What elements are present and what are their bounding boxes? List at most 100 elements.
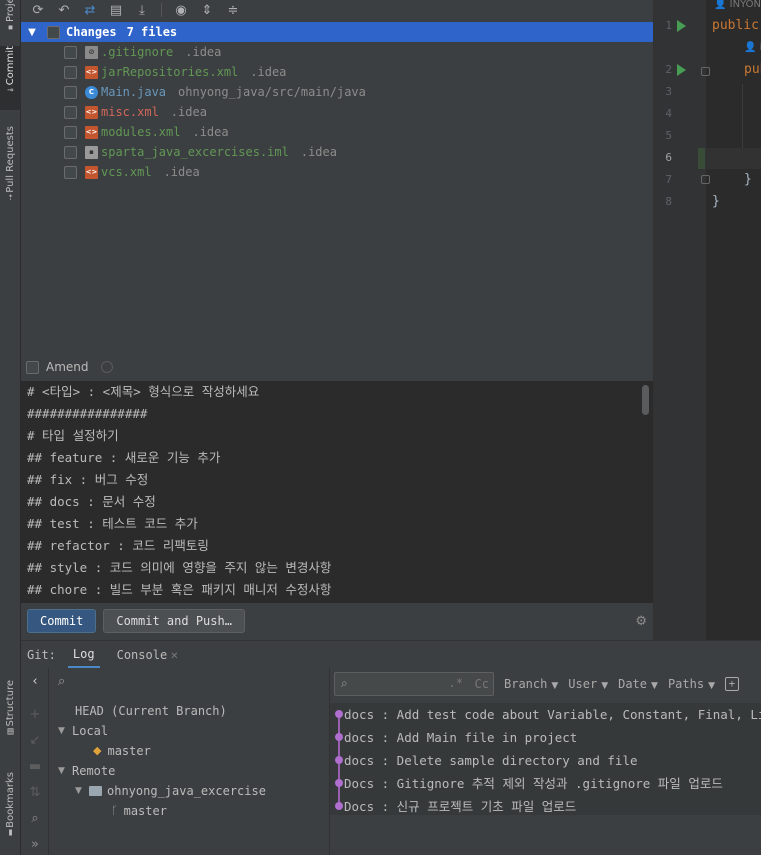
commit-row[interactable]: docs : Delete sample directory and file xyxy=(330,749,761,772)
file-row-misc-xml[interactable]: <> misc.xml .idea xyxy=(21,102,653,122)
search-icon[interactable]: ⌕ xyxy=(58,674,65,689)
branch-remote-repo[interactable]: ▼ ohnyong_java_excercise xyxy=(75,781,266,801)
commit-button[interactable]: Commit xyxy=(27,609,97,633)
commit-row[interactable]: Docs : Gitignore 추적 제외 작성과 .gitignore 파일… xyxy=(330,772,761,795)
tool-tab-bookmarks-label: Bookmarks xyxy=(5,772,16,828)
tool-tab-commit[interactable]: Commit ⊸ xyxy=(0,46,21,110)
compare-icon[interactable]: ⇅ xyxy=(28,785,42,800)
filter-branch[interactable]: Branch ▼ xyxy=(504,677,558,691)
branch-name: master xyxy=(123,804,167,818)
tool-tab-pull-requests[interactable]: Pull Requests ⇡ xyxy=(0,126,21,226)
tool-tab-commit-label: Commit xyxy=(5,46,16,86)
git-label: Git: xyxy=(27,647,56,662)
filter-user[interactable]: User ▼ xyxy=(568,677,608,691)
file-row-gitignore[interactable]: ⊘ .gitignore .idea xyxy=(21,42,653,62)
code-brace: } xyxy=(744,172,752,187)
tool-tab-project-label: Project xyxy=(5,0,16,22)
commit-row[interactable]: docs : Add test code about Variable, Con… xyxy=(330,703,761,726)
regex-icon[interactable]: .* xyxy=(449,676,463,690)
chevron-left-icon[interactable]: ‹ xyxy=(28,674,42,689)
file-path: .idea xyxy=(192,125,229,139)
branch-group-remote[interactable]: ▼ Remote xyxy=(58,761,115,781)
message-line: # <타입> : <제목> 형식으로 작성하세요 xyxy=(27,384,260,399)
filter-branch-label: Branch xyxy=(504,677,548,691)
fold-icon[interactable] xyxy=(701,67,710,76)
code-editor[interactable]: 1 2 3 4 5 6 7 8 👤 INYONG 👤 i public pub … xyxy=(653,0,761,640)
log-search-input[interactable]: ⌕ .* Cc xyxy=(334,672,494,696)
gear-icon[interactable]: ⚙ xyxy=(635,614,647,629)
commit-buttons: Commit Commit and Push… xyxy=(27,609,245,633)
commit-and-push-button[interactable]: Commit and Push… xyxy=(103,609,245,633)
file-row-modules-xml[interactable]: <> modules.xml .idea xyxy=(21,122,653,142)
add-icon[interactable]: + xyxy=(28,707,42,722)
rollback-icon[interactable]: ↶ xyxy=(55,1,73,19)
commit-row[interactable]: docs : Add Main file in project xyxy=(330,726,761,749)
search-icon[interactable]: ⌕ xyxy=(28,811,42,826)
refresh-icon[interactable]: ⟳ xyxy=(29,1,47,19)
file-checkbox[interactable] xyxy=(64,105,77,119)
eye-icon[interactable]: ◉ xyxy=(172,1,190,19)
new-tab-icon[interactable]: + xyxy=(724,677,739,691)
file-path: .idea xyxy=(163,165,200,179)
file-row-jarrepositories[interactable]: <> jarRepositories.xml .idea xyxy=(21,62,653,82)
file-row-main-java[interactable]: C Main.java ohnyong_java/src/main/java xyxy=(21,82,653,102)
iml-file-icon: ▪ xyxy=(85,145,98,159)
run-icon[interactable] xyxy=(677,64,686,76)
checkout-icon[interactable]: ↙ xyxy=(28,733,42,748)
branch-head[interactable]: HEAD (Current Branch) xyxy=(75,701,227,721)
chevron-down-icon[interactable]: ▼ xyxy=(75,781,89,801)
chevron-down-icon[interactable]: ▼ xyxy=(21,27,43,38)
shelve-icon[interactable]: ⤓ xyxy=(133,1,151,19)
fold-icon[interactable] xyxy=(701,175,710,184)
delete-icon[interactable]: ▬ xyxy=(28,759,42,774)
filter-user-label: User xyxy=(568,677,598,691)
structure-icon: ▤ xyxy=(7,726,14,738)
git-tool-window-header: Git: Log Console ✕ xyxy=(21,640,761,669)
amend-checkbox[interactable] xyxy=(26,360,39,374)
expand-all-icon[interactable]: ⇕ xyxy=(198,1,216,19)
changelist-icon[interactable]: ▤ xyxy=(107,1,125,19)
tab-log[interactable]: Log xyxy=(67,641,100,669)
commit-node xyxy=(335,756,343,764)
match-case-icon[interactable]: Cc xyxy=(475,677,489,691)
filter-paths[interactable]: Paths ▼ xyxy=(668,677,715,691)
file-checkbox[interactable] xyxy=(64,65,77,79)
file-checkbox[interactable] xyxy=(64,45,77,59)
more-icon[interactable]: » xyxy=(28,837,42,852)
changes-count: 7 files xyxy=(126,25,178,39)
file-checkbox[interactable] xyxy=(64,125,77,139)
filter-paths-label: Paths xyxy=(667,677,705,691)
file-row-iml[interactable]: ▪ sparta_java_excercises.iml .idea xyxy=(21,142,653,162)
branch-local-master[interactable]: ◆ master xyxy=(93,741,151,761)
show-diff-icon[interactable]: ⇄ xyxy=(81,1,99,19)
indent-guide xyxy=(742,84,743,148)
file-checkbox[interactable] xyxy=(64,145,77,159)
tag-icon: ◆ xyxy=(93,744,102,757)
file-name: jarRepositories.xml xyxy=(101,65,239,79)
tab-console[interactable]: Console ✕ xyxy=(112,641,184,669)
file-row-vcs-xml[interactable]: <> vcs.xml .idea xyxy=(21,162,653,182)
author-hint-text: INYONG xyxy=(729,0,761,10)
collapse-all-icon[interactable]: ≑ xyxy=(224,1,242,19)
log-pane: ⌕ .* Cc Branch ▼ User ▼ Date ▼ Paths ▼ + doc… xyxy=(329,668,761,855)
commit-message: docs : Add Main file in project xyxy=(344,730,578,745)
changes-group-checkbox[interactable] xyxy=(47,25,60,39)
chevron-down-icon[interactable]: ▼ xyxy=(58,761,72,781)
filter-date[interactable]: Date ▼ xyxy=(618,677,658,691)
change-marker xyxy=(698,148,705,169)
commit-row[interactable]: Docs : 신규 프로젝트 기초 파일 업로드 xyxy=(330,795,761,818)
branch-remote-master[interactable]: ᚴ master xyxy=(111,801,167,821)
run-icon[interactable] xyxy=(677,20,686,32)
tool-tab-bookmarks[interactable]: Bookmarks ▮ xyxy=(0,772,21,846)
branch-group-local[interactable]: ▼ Local xyxy=(58,721,108,741)
file-checkbox[interactable] xyxy=(64,165,77,179)
close-icon[interactable]: ✕ xyxy=(170,651,178,662)
commit-message-editor[interactable]: # <타입> : <제목> 형식으로 작성하세요 ###############… xyxy=(21,381,653,603)
tool-tab-structure[interactable]: Structure ▤ xyxy=(0,680,21,748)
tool-tab-project[interactable]: Project ▪ xyxy=(0,0,21,34)
file-checkbox[interactable] xyxy=(64,85,77,99)
message-scrollbar[interactable] xyxy=(642,385,649,415)
changes-group-header[interactable]: ▼ Changes 7 files xyxy=(21,22,653,42)
chevron-down-icon[interactable]: ▼ xyxy=(58,721,72,741)
clock-icon[interactable] xyxy=(100,361,113,373)
